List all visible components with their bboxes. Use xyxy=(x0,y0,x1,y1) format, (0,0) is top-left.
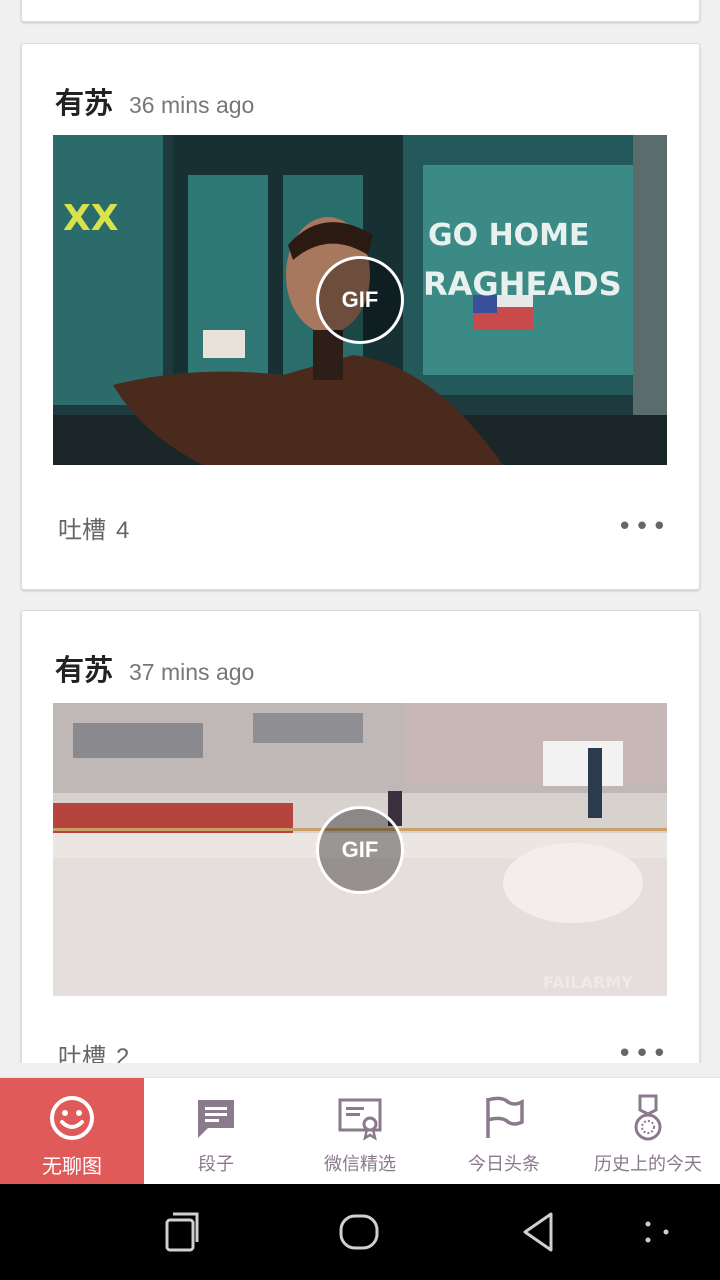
more-options-icon[interactable]: ••• xyxy=(617,1039,669,1063)
svg-text:GO HOME: GO HOME xyxy=(428,218,590,253)
tab-weixin-jingxuan[interactable]: 微信精选 xyxy=(288,1078,432,1185)
system-navigation-bar xyxy=(0,1184,720,1280)
more-options-icon[interactable]: ••• xyxy=(617,512,669,542)
chat-bubble-icon xyxy=(198,1100,234,1138)
post-card[interactable]: 有苏 36 mins ago GO HOME RAGHEADS XX GIF 吐… xyxy=(21,43,700,590)
back-icon[interactable] xyxy=(515,1208,563,1256)
post-image[interactable]: GO HOME RAGHEADS XX GIF xyxy=(53,135,667,465)
recent-apps-icon[interactable] xyxy=(157,1208,205,1256)
gif-play-badge[interactable]: GIF xyxy=(316,805,404,894)
comment-label: 吐槽 xyxy=(58,515,106,544)
tab-jinri-toutiao[interactable]: 今日头条 xyxy=(432,1078,576,1185)
comment-button[interactable]: 吐槽 4 xyxy=(58,510,129,545)
tab-wuliaotu[interactable]: 无聊图 xyxy=(0,1078,144,1185)
post-footer: 吐槽 2 ••• xyxy=(58,1034,669,1063)
gif-play-badge[interactable]: GIF xyxy=(316,256,404,344)
comment-count: 2 xyxy=(116,1043,130,1064)
tab-label: 微信精选 xyxy=(324,1154,396,1175)
comment-label: 吐槽 xyxy=(58,1042,106,1064)
post-time: 36 mins ago xyxy=(129,92,255,118)
post-author[interactable]: 有苏 xyxy=(55,80,113,122)
bottom-tab-bar: 无聊图 段子 微信精选 今日头条 历史上的今天 xyxy=(0,1077,720,1185)
post-image[interactable]: FAILARMY GIF xyxy=(53,703,667,996)
post-card[interactable]: 有苏 37 mins ago FAILARMY GIF 吐槽 2 ••• xyxy=(21,610,700,1063)
comment-button[interactable]: 吐槽 2 xyxy=(58,1037,129,1064)
medal-icon xyxy=(634,1094,662,1141)
tab-label: 历史上的今天 xyxy=(594,1154,702,1175)
post-author[interactable]: 有苏 xyxy=(55,647,113,689)
svg-text:XX: XX xyxy=(63,198,119,239)
post-card-previous[interactable] xyxy=(21,0,700,22)
post-header: 有苏 37 mins ago xyxy=(55,647,254,687)
home-icon[interactable] xyxy=(335,1208,383,1256)
comment-count: 4 xyxy=(116,516,130,544)
svg-text:FAILARMY: FAILARMY xyxy=(543,973,633,992)
tab-lishi-jintian[interactable]: 历史上的今天 xyxy=(576,1078,720,1185)
tab-label: 无聊图 xyxy=(42,1154,102,1178)
smiley-icon xyxy=(50,1096,94,1140)
svg-text:RAGHEADS: RAGHEADS xyxy=(423,265,622,303)
post-time: 37 mins ago xyxy=(129,659,255,685)
menu-dots-icon[interactable] xyxy=(634,1208,682,1256)
post-footer: 吐槽 4 ••• xyxy=(58,507,669,547)
flag-icon xyxy=(486,1096,524,1138)
tab-label: 今日头条 xyxy=(468,1154,540,1175)
tab-duanzi[interactable]: 段子 xyxy=(144,1078,288,1185)
post-header: 有苏 36 mins ago xyxy=(55,80,254,120)
certificate-icon xyxy=(338,1098,382,1141)
tab-label: 段子 xyxy=(198,1154,234,1175)
feed-list[interactable]: 有苏 36 mins ago GO HOME RAGHEADS XX GIF 吐… xyxy=(0,0,720,1063)
